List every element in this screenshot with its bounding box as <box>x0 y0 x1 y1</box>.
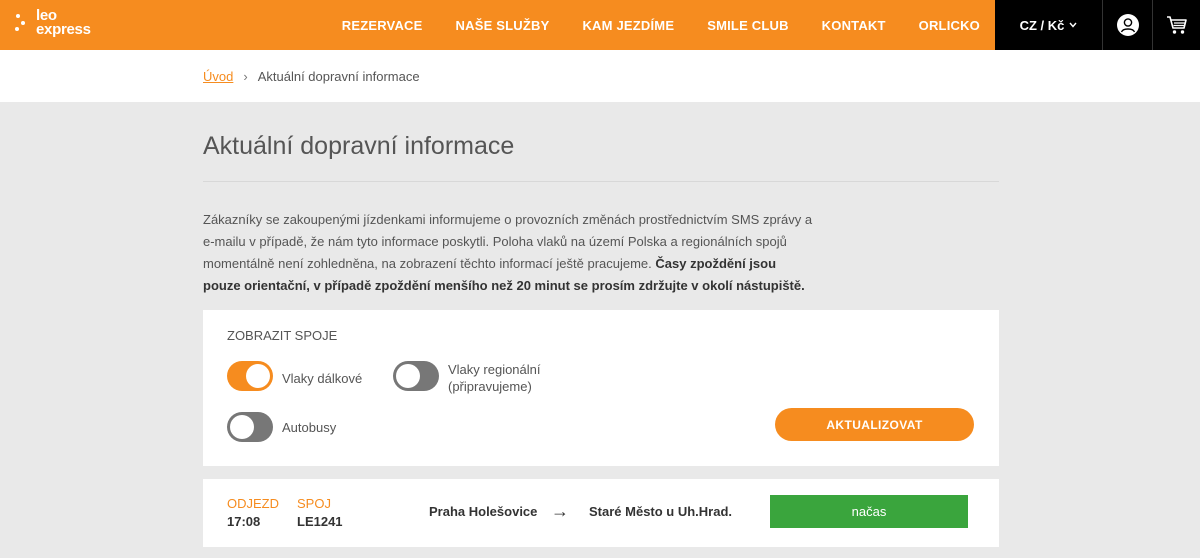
user-icon <box>1116 14 1139 36</box>
intro-paragraph: Zákazníky se zakoupenými jízdenkami info… <box>203 209 813 297</box>
breadcrumb-home-link[interactable]: Úvod <box>203 69 233 84</box>
status-badge: načas <box>770 495 968 528</box>
toggle-buses[interactable] <box>227 412 273 442</box>
toggle-long-distance-trains[interactable] <box>227 361 273 391</box>
departure-time: 17:08 <box>227 514 261 529</box>
breadcrumb-current: Aktuální dopravní informace <box>257 69 420 84</box>
destination-station: Staré Město u Uh.Hrad. <box>589 504 733 519</box>
filter-panel: ZOBRAZIT SPOJE Vlaky dálkové Vlaky regio… <box>203 310 999 466</box>
update-button[interactable]: AKTUALIZOVAT <box>775 408 974 441</box>
filter-heading: ZOBRAZIT SPOJE <box>227 328 338 343</box>
cart-button[interactable] <box>1152 0 1200 50</box>
logo-text-express: express <box>36 21 91 38</box>
nav-item-orlicko[interactable]: ORLICKO <box>919 18 980 33</box>
toggle-long-distance-label: Vlaky dálkové <box>282 371 363 386</box>
toggle-regional-label: Vlaky regionální <box>448 362 541 377</box>
top-navigation-bar: leo express REZERVACE NAŠE SLUŽBY KAM JE… <box>0 0 1200 50</box>
departure-header: ODJEZD <box>227 496 279 511</box>
nav-item-kontakt[interactable]: KONTAKT <box>822 18 886 33</box>
user-account-button[interactable] <box>1102 0 1152 50</box>
nav-item-rezervace[interactable]: REZERVACE <box>342 18 423 33</box>
nav-item-smile-club[interactable]: SMILE CLUB <box>707 18 788 33</box>
leo-express-logo[interactable]: leo express <box>14 8 96 41</box>
breadcrumb: Úvod › Aktuální dopravní informace <box>203 69 420 84</box>
origin-station: Praha Holešovice <box>429 504 538 519</box>
connection-header: SPOJ <box>297 496 331 511</box>
breadcrumb-separator-icon: › <box>243 69 248 84</box>
breadcrumb-band: Úvod › Aktuální dopravní informace <box>0 50 1200 102</box>
chevron-down-icon <box>1069 20 1077 30</box>
nav-item-kam-jezdime[interactable]: KAM JEZDÍME <box>582 18 674 33</box>
nav-item-nase-sluzby[interactable]: NAŠE SLUŽBY <box>456 18 550 33</box>
toggle-regional-trains[interactable] <box>393 361 439 391</box>
toggle-regional-sublabel: (připravujeme) <box>448 379 532 394</box>
logo-dots-icon <box>14 13 34 33</box>
arrow-right-icon: → <box>551 501 569 521</box>
language-currency-selector[interactable]: CZ / Kč <box>995 0 1102 50</box>
title-divider <box>203 181 999 182</box>
toggle-buses-label: Autobusy <box>282 420 337 435</box>
table-row: ODJEZD 17:08 SPOJ LE1241 Praha Holešovic… <box>203 479 999 547</box>
page-title: Aktuální dopravní informace <box>203 132 515 160</box>
language-currency-label: CZ / Kč <box>1019 17 1065 33</box>
cart-icon <box>1166 16 1187 34</box>
connection-number: LE1241 <box>297 514 343 529</box>
main-menu: REZERVACE NAŠE SLUŽBY KAM JEZDÍME SMILE … <box>309 0 980 50</box>
